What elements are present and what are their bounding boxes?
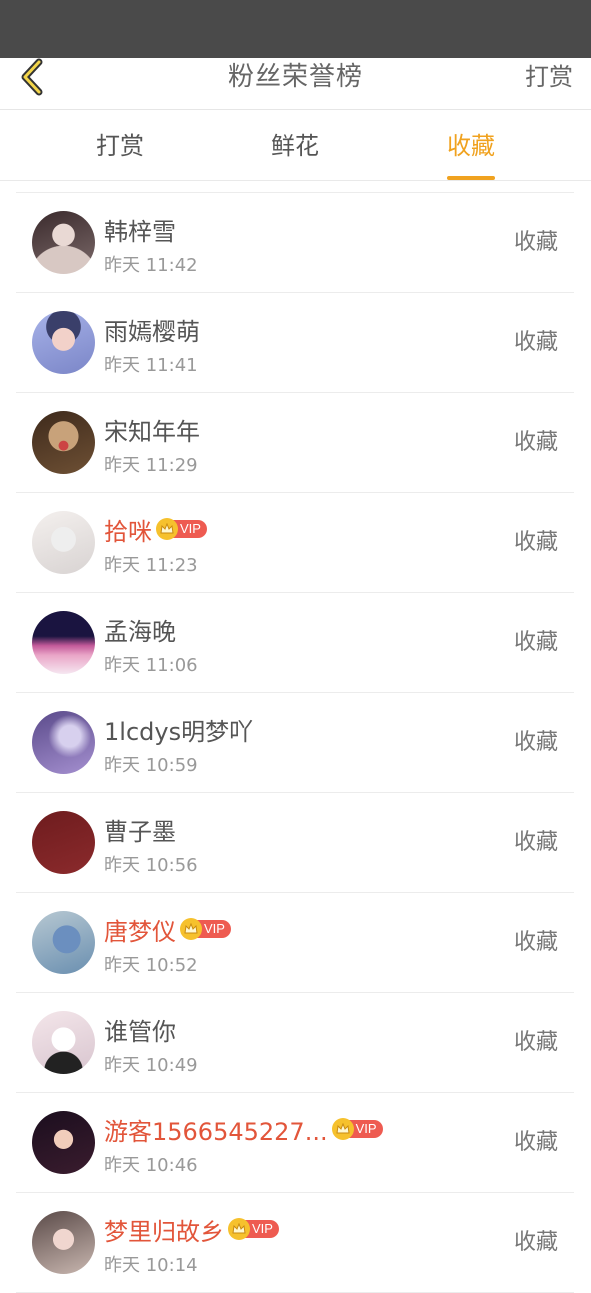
tab-favorites[interactable]: 收藏 — [401, 110, 541, 181]
action-label: 收藏 — [513, 530, 558, 555]
name-line: 韩梓雪 — [104, 211, 176, 247]
nav-bar: 粉丝荣誉榜 打赏 — [0, 58, 591, 110]
avatar[interactable] — [32, 1011, 95, 1074]
user-name: 谁管你 — [104, 1017, 176, 1046]
list-item[interactable]: 游客1566545227... VIP 昨天 10:46 收藏 — [16, 1093, 574, 1193]
user-name: 韩梓雪 — [104, 217, 176, 246]
user-name: 拾咪 — [104, 517, 152, 546]
list-item[interactable]: 韩梓雪昨天 11:42 收藏 — [16, 193, 574, 293]
timestamp: 昨天 10:49 — [104, 1055, 198, 1076]
timestamp: 昨天 10:56 — [104, 855, 198, 876]
name-line: 拾咪 VIP — [104, 511, 207, 547]
action-label: 收藏 — [513, 430, 558, 455]
name-line: 1lcdys明梦吖 — [104, 711, 253, 747]
crown-icon — [180, 918, 202, 940]
user-name: 1lcdys明梦吖 — [104, 717, 254, 746]
page-title: 粉丝荣誉榜 — [227, 62, 363, 92]
action-label: 收藏 — [513, 1130, 558, 1155]
tab-bar: 打赏 鲜花 收藏 — [0, 110, 591, 181]
list-item[interactable]: 谁管你昨天 10:49 收藏 — [16, 993, 574, 1093]
timestamp: 昨天 10:46 — [104, 1155, 198, 1176]
timestamp: 昨天 11:41 — [104, 355, 198, 376]
list-item[interactable]: 唐梦仪 VIP 昨天 10:52 收藏 — [16, 893, 574, 993]
name-line: 唐梦仪 VIP — [104, 911, 231, 947]
crown-icon — [228, 1218, 250, 1240]
timestamp: 昨天 10:14 — [104, 1255, 198, 1276]
name-line: 游客1566545227... VIP — [104, 1111, 383, 1147]
user-name: 唐梦仪 — [104, 917, 176, 946]
vip-badge: VIP — [228, 1218, 279, 1240]
timestamp: 昨天 10:59 — [104, 755, 198, 776]
timestamp: 昨天 11:06 — [104, 655, 198, 676]
user-name: 游客1566545227... — [104, 1117, 328, 1146]
avatar[interactable] — [32, 1111, 95, 1174]
fan-list: 韩梓雪 昨天 11:42 收藏 雨嫣樱萌 昨天 11:41 收藏 宋知年年 昨天 11:29 收… — [16, 192, 574, 1293]
tab-label: 鲜花 — [271, 132, 319, 160]
list-item[interactable]: 宋知年年昨天 11:29 收藏 — [16, 393, 574, 493]
status-bar — [0, 0, 591, 58]
list-item[interactable]: 1lcdys明梦吖昨天 10:59 收藏 — [16, 693, 574, 793]
user-name: 孟海晚 — [104, 617, 176, 646]
avatar[interactable] — [32, 511, 95, 574]
vip-badge: VIP — [156, 518, 207, 540]
name-line: 谁管你 — [104, 1011, 176, 1047]
timestamp: 昨天 10:52 — [104, 955, 198, 976]
list-item[interactable]: 曹子墨昨天 10:56 收藏 — [16, 793, 574, 893]
timestamp: 昨天 11:29 — [104, 455, 198, 476]
action-label: 收藏 — [513, 230, 558, 255]
crown-icon — [331, 1118, 354, 1140]
tab-reward[interactable]: 打赏 — [50, 110, 190, 181]
user-name: 雨嫣樱萌 — [104, 317, 200, 346]
crown-icon — [156, 518, 178, 540]
vip-badge: VIP — [180, 918, 231, 940]
avatar[interactable] — [32, 611, 95, 674]
avatar[interactable] — [32, 1211, 95, 1274]
name-line: 曹子墨 — [104, 811, 176, 847]
timestamp: 昨天 11:42 — [104, 255, 198, 276]
avatar[interactable] — [32, 211, 95, 274]
name-line: 宋知年年 — [104, 411, 200, 447]
action-label: 收藏 — [513, 1230, 558, 1255]
list-item[interactable]: 拾咪 VIP 昨天 11:23 收藏 — [16, 493, 574, 593]
list-item[interactable]: 孟海晚昨天 11:06 收藏 — [16, 593, 574, 693]
list-item[interactable]: 梦里归故乡 VIP 昨天 10:14 收藏 — [16, 1193, 574, 1293]
tab-label: 收藏 — [447, 110, 495, 182]
tab-label: 打赏 — [96, 132, 144, 160]
avatar[interactable] — [32, 411, 95, 474]
user-name: 宋知年年 — [104, 417, 200, 446]
avatar[interactable] — [32, 711, 95, 774]
vip-badge: VIP — [331, 1118, 383, 1140]
action-label: 收藏 — [513, 630, 558, 655]
action-label: 收藏 — [513, 830, 558, 855]
avatar[interactable] — [32, 911, 95, 974]
user-name: 曹子墨 — [104, 817, 176, 846]
tab-flowers[interactable]: 鲜花 — [225, 110, 365, 181]
reward-nav-button[interactable]: 打赏 — [525, 58, 573, 96]
action-label: 收藏 — [513, 1030, 558, 1055]
action-label: 收藏 — [513, 730, 558, 755]
name-line: 梦里归故乡 VIP — [104, 1211, 279, 1247]
user-name: 梦里归故乡 — [104, 1217, 224, 1246]
action-label: 收藏 — [513, 930, 558, 955]
list-item[interactable]: 雨嫣樱萌昨天 11:41 收藏 — [16, 293, 574, 393]
avatar[interactable] — [32, 311, 95, 374]
avatar[interactable] — [32, 811, 95, 874]
name-line: 雨嫣樱萌 — [104, 311, 200, 347]
action-label: 收藏 — [513, 330, 558, 355]
name-line: 孟海晚 — [104, 611, 176, 647]
timestamp: 昨天 11:23 — [104, 555, 198, 576]
